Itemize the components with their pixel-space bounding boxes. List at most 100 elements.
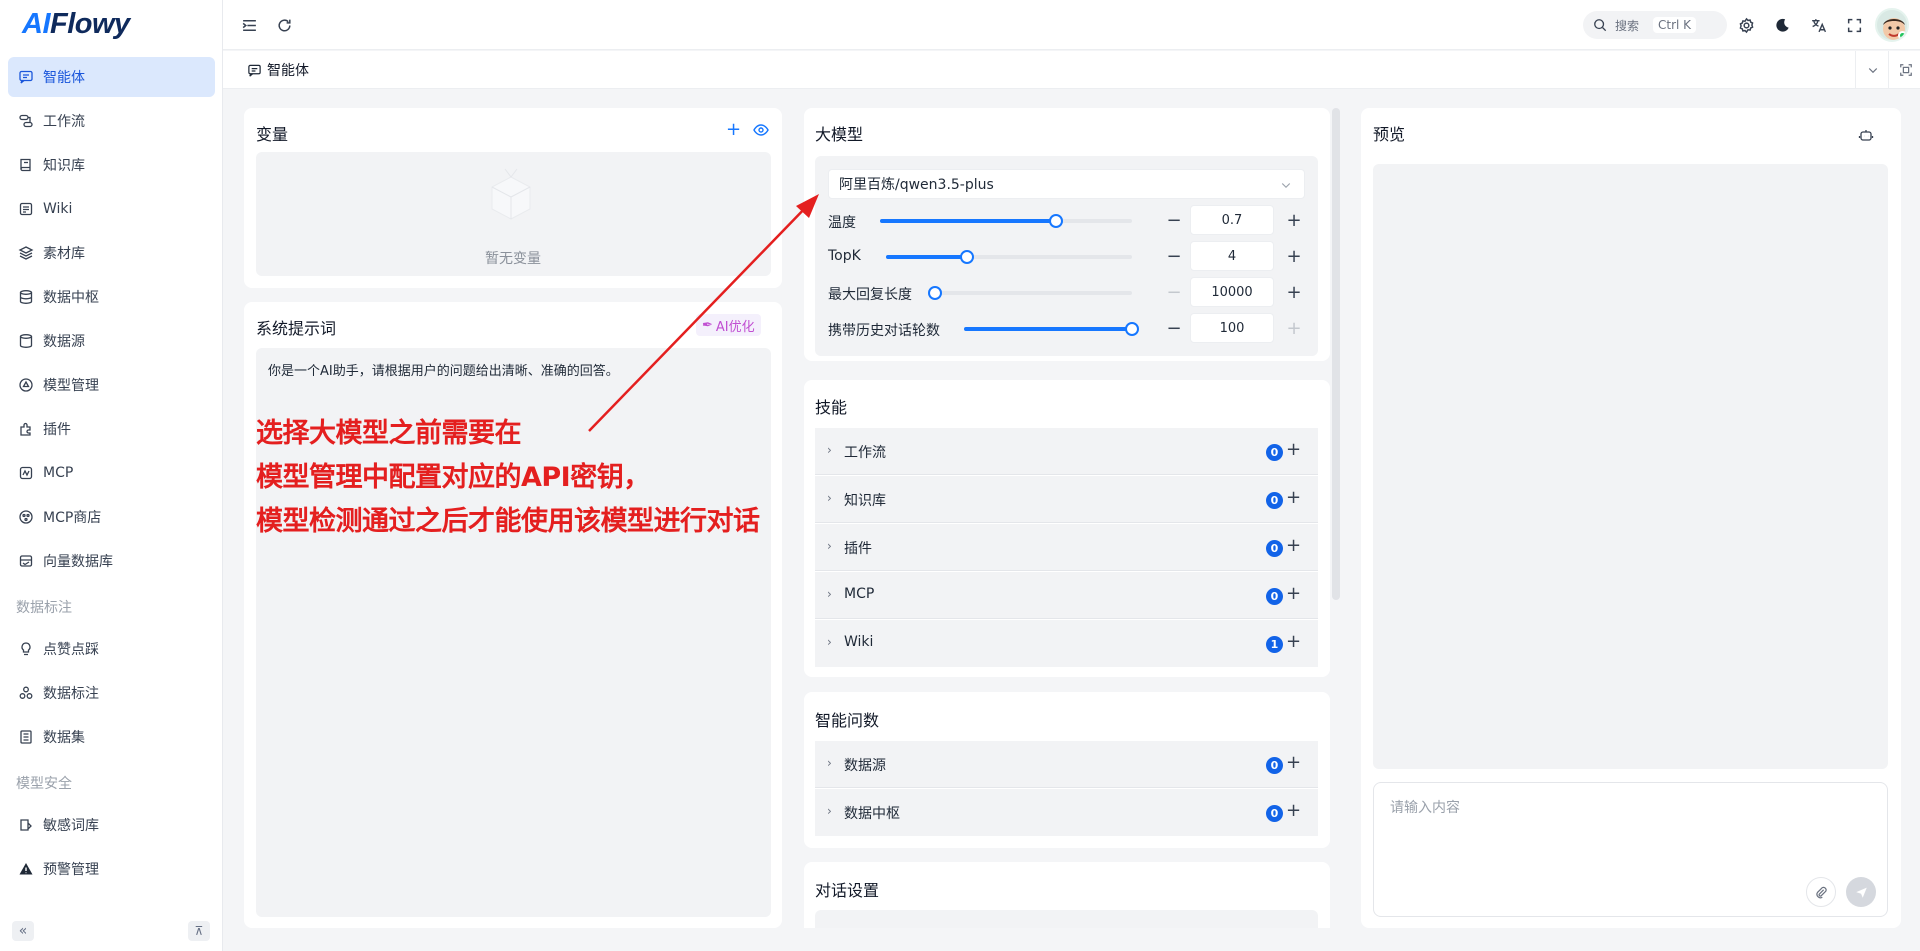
sidebar-item-dataset[interactable]: 数据集 — [8, 717, 215, 757]
collapse-sidebar-icon[interactable]: « — [12, 921, 34, 941]
search-input[interactable]: 搜索 Ctrl K — [1583, 11, 1727, 39]
query-row-data-hub[interactable]: › 数据中枢 0 + — [815, 789, 1318, 836]
variables-title: 变量 — [256, 125, 289, 144]
middle-scrollbar[interactable] — [1332, 108, 1340, 600]
add-icon[interactable]: + — [1286, 487, 1301, 508]
refresh-icon[interactable] — [273, 14, 295, 36]
sidebar-item-label: 数据标注 — [43, 686, 99, 702]
add-icon[interactable]: + — [1286, 583, 1301, 604]
screenshot-icon[interactable] — [1888, 51, 1920, 89]
increment-button[interactable]: + — [1280, 241, 1308, 271]
sidebar-item-label: 插件 — [43, 422, 71, 438]
temperature-stepper: − 0.7 + — [1160, 205, 1310, 235]
sidebar-item-mcp[interactable]: MCP — [8, 453, 215, 493]
slider-thumb[interactable] — [928, 286, 942, 300]
skill-row-plugin[interactable]: › 插件 0 + — [815, 524, 1318, 571]
chat-icon — [247, 63, 267, 78]
translate-icon[interactable] — [1807, 14, 1829, 36]
app-logo[interactable]: AI Flowy — [22, 6, 130, 42]
add-icon[interactable]: + — [1286, 752, 1301, 773]
ai-optimize-button[interactable]: ✒ AI优化 — [696, 314, 761, 336]
param-label-temperature: 温度 — [828, 215, 856, 231]
increment-button[interactable]: + — [1280, 205, 1308, 235]
history-rounds-slider[interactable] — [964, 322, 1139, 336]
sidebar-item-knowledge[interactable]: 知识库 — [8, 145, 215, 185]
sidebar-item-warning-mgmt[interactable]: 预警管理 — [8, 849, 215, 889]
sidebar-item-sensitive-words[interactable]: 敏感词库 — [8, 805, 215, 845]
eye-icon[interactable] — [753, 123, 769, 141]
count-badge: 0 — [1266, 540, 1283, 557]
sidebar-item-label: 知识库 — [43, 158, 85, 174]
decrement-button[interactable]: − — [1160, 313, 1188, 343]
skill-row-wiki[interactable]: › Wiki 1 + — [815, 620, 1318, 667]
query-row-datasource[interactable]: › 数据源 0 + — [815, 741, 1318, 788]
add-icon[interactable]: + — [1286, 631, 1301, 652]
sidebar-item-datasource[interactable]: 数据源 — [8, 321, 215, 361]
increment-button[interactable]: + — [1280, 313, 1308, 343]
plugin-icon — [17, 420, 35, 438]
chat-input[interactable]: 请输入内容 — [1373, 782, 1888, 917]
topk-input[interactable]: 4 — [1190, 241, 1274, 271]
increment-button[interactable]: + — [1280, 277, 1308, 307]
sidebar-item-vector-db[interactable]: 向量数据库 — [8, 541, 215, 581]
wiki-icon — [17, 200, 35, 218]
page-bottom-gutter — [804, 928, 1330, 951]
decrement-button[interactable]: − — [1160, 205, 1188, 235]
chevron-right-icon: › — [827, 443, 832, 457]
system-prompt-text[interactable]: 你是一个AI助手，请根据用户的问题给出清晰、准确的回答。 — [268, 360, 619, 379]
skill-row-knowledge[interactable]: › 知识库 0 + — [815, 476, 1318, 523]
max-length-input[interactable]: 10000 — [1190, 277, 1274, 307]
add-icon[interactable]: + — [1286, 800, 1301, 821]
sidebar-item-data-hub[interactable]: 数据中枢 — [8, 277, 215, 317]
tab-agent[interactable]: 智能体 — [247, 60, 309, 80]
gear-icon[interactable] — [1735, 14, 1757, 36]
sidebar-item-annotation[interactable]: 数据标注 — [8, 673, 215, 713]
fullscreen-icon[interactable] — [1843, 14, 1865, 36]
pin-icon[interactable]: ⊼ — [188, 921, 210, 941]
avatar[interactable] — [1875, 8, 1909, 42]
dialog-settings-row[interactable] — [815, 910, 1318, 928]
decrement-button[interactable]: − — [1160, 277, 1188, 307]
online-status-dot — [1898, 31, 1907, 40]
sidebar-item-label: 数据集 — [43, 730, 85, 746]
sidebar-item-label: 向量数据库 — [43, 554, 113, 570]
skills-title: 技能 — [815, 398, 848, 417]
temperature-slider[interactable] — [880, 214, 1132, 228]
query-label: 数据源 — [844, 758, 886, 774]
sidebar-item-wiki[interactable]: Wiki — [8, 189, 215, 229]
add-icon[interactable]: + — [1286, 439, 1301, 460]
send-icon[interactable] — [1846, 877, 1876, 907]
max-length-slider[interactable] — [928, 286, 1132, 300]
add-icon[interactable]: + — [1286, 535, 1301, 556]
slider-thumb[interactable] — [1125, 322, 1139, 336]
sidebar-item-mcp-store[interactable]: MCP商店 — [8, 497, 215, 537]
model-select[interactable]: 阿里百炼/qwen3.5-plus — [828, 169, 1305, 199]
sidebar-item-plugin[interactable]: 插件 — [8, 409, 215, 449]
layers-icon — [17, 244, 35, 262]
topk-slider[interactable] — [886, 250, 1132, 264]
sidebar-item-workflow[interactable]: 工作流 — [8, 101, 215, 141]
history-rounds-input[interactable]: 100 — [1190, 313, 1274, 343]
dialog-settings-title: 对话设置 — [815, 881, 880, 900]
skill-label: Wiki — [844, 634, 874, 650]
annotation-line-1: 选择大模型之前需要在 — [256, 418, 521, 449]
skill-row-mcp[interactable]: › MCP 0 + — [815, 572, 1318, 619]
count-badge: 0 — [1266, 805, 1283, 822]
sidebar-item-like-dislike[interactable]: 点赞点踩 — [8, 629, 215, 669]
nav-group-model-security: 模型安全 — [16, 776, 72, 792]
chevron-right-icon: › — [827, 587, 832, 601]
skill-row-workflow[interactable]: › 工作流 0 + — [815, 428, 1318, 475]
menu-toggle-icon[interactable] — [238, 14, 260, 36]
temperature-input[interactable]: 0.7 — [1190, 205, 1274, 235]
count-badge: 0 — [1266, 588, 1283, 605]
sidebar-item-materials[interactable]: 素材库 — [8, 233, 215, 273]
tabs-dropdown-icon[interactable] — [1855, 51, 1889, 89]
paperclip-icon[interactable] — [1806, 877, 1836, 907]
sidebar-item-agent[interactable]: 智能体 — [8, 57, 215, 97]
dark-mode-icon[interactable] — [1771, 14, 1793, 36]
decrement-button[interactable]: − — [1160, 241, 1188, 271]
chevron-right-icon: › — [827, 491, 832, 505]
robot-icon[interactable] — [1858, 127, 1874, 147]
sidebar-item-model-mgmt[interactable]: 模型管理 — [8, 365, 215, 405]
add-variable-icon[interactable]: + — [726, 121, 741, 139]
